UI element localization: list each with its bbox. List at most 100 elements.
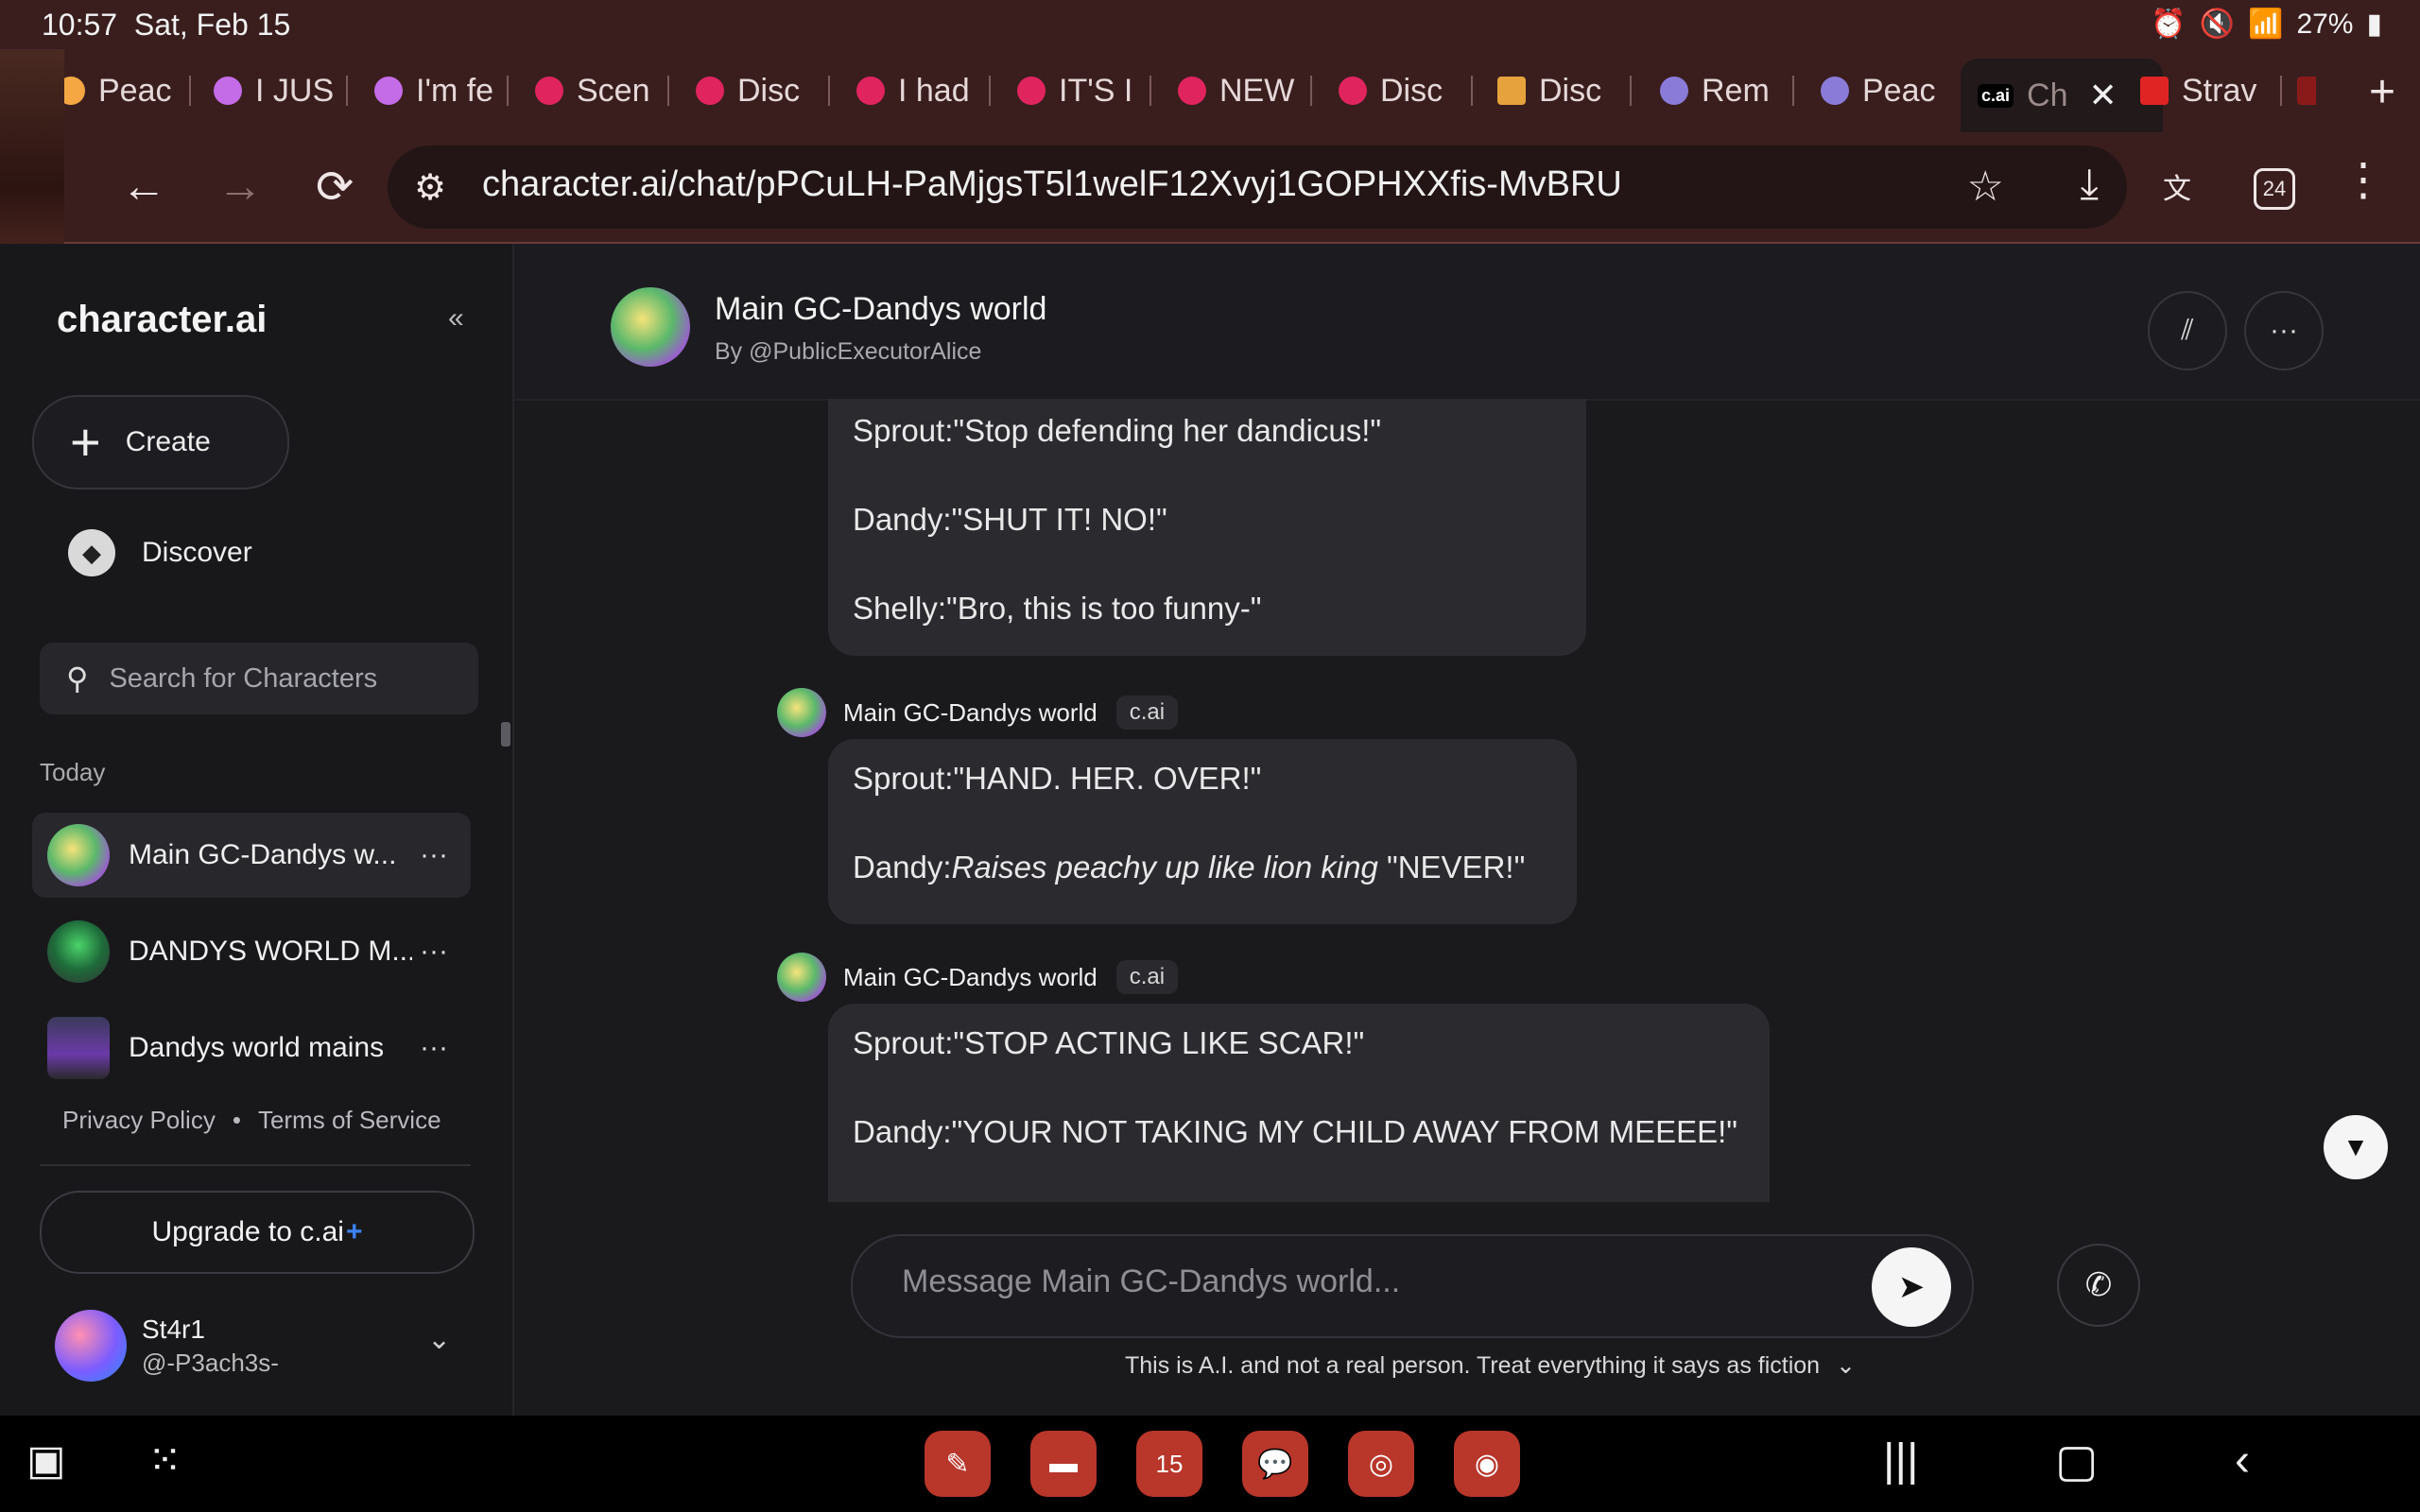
tab-label: Peac [1862,72,1936,109]
tab-divider [989,76,991,106]
sender-name: Main GC-Dandys world [843,962,1098,991]
voice-toggle-icon[interactable]: ⫽ [2148,291,2227,370]
tab-label: IT'S I [1059,72,1133,109]
more-options-icon[interactable]: ··· [420,839,448,871]
ai-disclaimer[interactable]: This is A.I. and not a real person. Trea… [1125,1351,1856,1380]
tab-item[interactable]: Disc [696,62,830,119]
tab-item[interactable]: Rem [1660,62,1794,119]
bookmark-star-icon[interactable]: ☆ [1967,163,2004,211]
creator-handle[interactable]: By @PublicExecutorAlice [715,338,981,366]
recent-chat-item[interactable]: DANDYS WORLD M... ··· [32,909,471,994]
tab-label: I had [898,72,970,109]
more-options-icon[interactable]: ··· [420,1032,448,1064]
new-tab-button[interactable]: + [2369,66,2395,118]
tab-label: I JUS [255,72,335,109]
recents-button-icon[interactable]: ||| [1883,1435,1918,1486]
upgrade-plus-icon: + [345,1216,363,1247]
section-today-label: Today [40,758,106,786]
legal-links: Privacy Policy • Terms of Service [62,1106,441,1135]
scrollbar-thumb[interactable] [501,722,510,747]
tab-item[interactable]: Disc [1497,62,1632,119]
call-button[interactable]: ✆ [2057,1244,2140,1327]
camera-app-icon[interactable]: ◉ [1454,1431,1520,1497]
cai-badge: c.ai [1115,960,1179,994]
flame-icon [856,77,885,105]
send-button[interactable]: ➤ [1872,1247,1951,1327]
chat-header: Main GC-Dandys world By @PublicExecutorA… [514,244,2420,401]
chrome-app-icon[interactable]: ◎ [1348,1431,1414,1497]
tab-item[interactable]: Peac [57,62,191,119]
tab-item[interactable]: I'm fe [374,62,509,119]
site-settings-icon[interactable]: ⚙ [414,166,446,209]
privacy-policy-link[interactable]: Privacy Policy [62,1106,216,1135]
message-meta: Main GC-Dandys world c.ai [777,688,1179,737]
create-button[interactable]: + Create [32,395,289,490]
status-time: 10:57 [42,8,118,42]
site-logo[interactable]: character.ai [57,299,267,341]
search-box[interactable]: ⚲ [40,643,478,714]
message-input[interactable] [900,1263,1849,1301]
search-input[interactable] [107,662,471,696]
flame-icon [696,77,724,105]
terms-link[interactable]: Terms of Service [258,1106,441,1135]
discover-link[interactable]: ◆ Discover [68,529,252,576]
compass-icon: ◆ [68,529,115,576]
character-avatar [47,920,110,983]
address-bar[interactable]: ⚙ character.ai/chat/pPCuLH-PaMjgsT5l1wel… [388,146,2127,229]
tab-label: Scen [577,72,650,109]
user-profile[interactable]: St4r1 @-P3ach3s- [55,1310,279,1382]
tab-divider [1310,76,1312,106]
url-text[interactable]: character.ai/chat/pPCuLH-PaMjgsT5l1welF1… [482,164,1622,205]
plus-icon: + [70,412,101,472]
forward-button[interactable]: → [217,161,263,213]
discover-label: Discover [142,537,252,568]
recent-chat-name: DANDYS WORLD M... [129,936,412,967]
tab-item[interactable] [2297,62,2316,119]
recent-chat-item[interactable]: Dandys world mains ··· [32,1005,471,1091]
close-tab-icon[interactable]: ✕ [2089,76,2118,115]
tab-divider [507,76,509,106]
flame-icon [1178,77,1206,105]
reload-button[interactable]: ⟳ [316,161,354,214]
tab-item[interactable]: Peac [1821,62,1955,119]
messages-app-icon[interactable]: 💬 [1242,1431,1308,1497]
cai-badge: c.ai [1115,696,1179,730]
message-line: Sprout:"HAND. HER. OVER!" [853,761,1262,796]
download-icon[interactable]: ⤓ [2081,161,2099,208]
flame-icon [535,77,563,105]
tab-label: NEW [1219,72,1295,109]
back-button[interactable]: ← [121,161,166,213]
tab-item[interactable]: IT'S I [1017,62,1151,119]
back-nav-icon[interactable]: ‹ [2235,1435,2250,1486]
files-app-icon[interactable]: ▬ [1030,1431,1097,1497]
tab-item[interactable]: I JUS [214,62,348,119]
tab-count-button[interactable]: 24 [2254,168,2295,210]
recent-apps-icon[interactable]: ▣ [26,1436,66,1485]
chevron-down-icon[interactable]: ⌄ [427,1323,451,1356]
character-name[interactable]: Main GC-Dandys world [715,291,1046,328]
collapse-sidebar-icon[interactable]: « [448,302,464,335]
browser-menu-icon[interactable]: ⋮ [2341,153,2386,206]
translate-icon[interactable]: 文 [2152,161,2203,212]
strava-icon [2140,77,2169,105]
notes-app-icon[interactable]: ✎ [925,1431,991,1497]
tab-item[interactable]: Scen [535,62,669,119]
message-bubble: Sprout:"HAND. HER. OVER!" Dandy:Raises p… [828,739,1577,924]
upgrade-button[interactable]: Upgrade to c.ai + [40,1191,475,1274]
calendar-app-icon[interactable]: 15 [1136,1431,1202,1497]
more-options-icon[interactable]: ··· [2244,291,2324,370]
message-composer[interactable]: ➤ [851,1234,1974,1338]
app-drawer-icon[interactable]: ⁙ [147,1436,182,1485]
tab-item[interactable]: Disc [1339,62,1473,119]
scroll-down-button[interactable]: ▼ [2324,1115,2388,1179]
tab-item[interactable]: NEW [1178,62,1312,119]
tab-label: Rem [1702,72,1770,109]
tab-item[interactable]: I had [856,62,991,119]
more-options-icon[interactable]: ··· [420,936,448,968]
tab-divider [346,76,348,106]
character-avatar[interactable] [611,287,690,367]
tab-item[interactable]: Strav [2140,62,2282,119]
recent-chat-item[interactable]: Main GC-Dandys w... ··· [32,813,471,898]
home-button-icon[interactable]: ▢ [2055,1435,2098,1487]
tab-item-active[interactable]: c.ai Ch ✕ [1961,59,2163,132]
